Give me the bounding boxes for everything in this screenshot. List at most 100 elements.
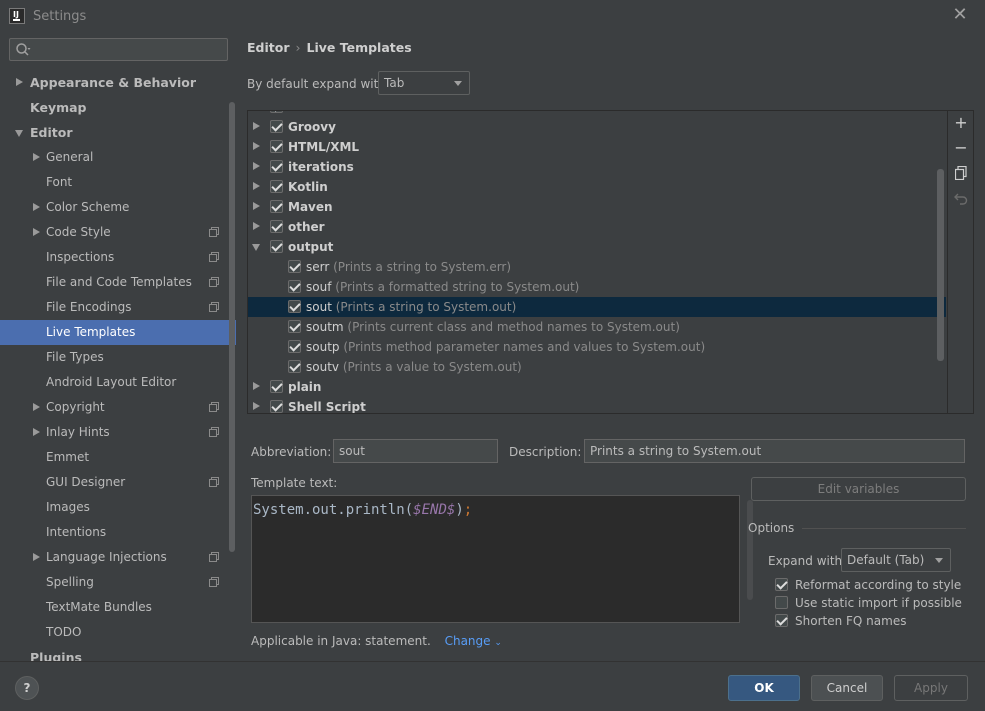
sidebar-item-todo[interactable]: TODO — [0, 620, 236, 645]
code-text: System.out.println( — [253, 502, 414, 518]
template-row[interactable]: serr (Prints a string to System.err) — [248, 257, 946, 277]
chevron-right-icon[interactable] — [15, 70, 25, 95]
sidebar-item-intentions[interactable]: Intentions — [0, 520, 236, 545]
sidebar-item-font[interactable]: Font — [0, 170, 236, 195]
chevron-right-icon[interactable] — [32, 545, 42, 570]
sidebar-item-textmate-bundles[interactable]: TextMate Bundles — [0, 595, 236, 620]
chevron-right-icon[interactable] — [252, 377, 262, 397]
template-group-row[interactable]: Kotlin — [248, 177, 946, 197]
description-field[interactable]: Prints a string to System.out — [584, 439, 965, 463]
template-group-checkbox[interactable] — [270, 380, 283, 393]
chevron-right-icon[interactable] — [252, 397, 262, 413]
sidebar-item-code-style[interactable]: Code Style — [0, 220, 236, 245]
sidebar-item-gui-designer[interactable]: GUI Designer — [0, 470, 236, 495]
template-group-row[interactable]: Maven — [248, 197, 946, 217]
template-row[interactable]: sout (Prints a string to System.out) — [248, 297, 946, 317]
template-text-editor[interactable]: System.out.println($END$); — [251, 495, 753, 623]
sidebar-item-live-templates[interactable]: Live Templates — [0, 320, 236, 345]
sidebar-item-spelling[interactable]: Spelling — [0, 570, 236, 595]
change-link[interactable]: Change ⌄ — [445, 634, 502, 648]
chevron-right-icon[interactable] — [252, 137, 262, 157]
undo-icon[interactable] — [948, 186, 973, 210]
sidebar-item-editor[interactable]: Editor — [0, 120, 236, 145]
editor-scrollbar[interactable] — [747, 500, 753, 600]
chevron-right-icon[interactable] — [252, 217, 262, 237]
expand-with-option-value: Default (Tab) — [847, 553, 925, 567]
template-group-checkbox[interactable] — [270, 200, 283, 213]
template-group-checkbox[interactable] — [270, 220, 283, 233]
template-checkbox[interactable] — [288, 340, 301, 353]
expand-with-dropdown[interactable]: Tab — [378, 71, 470, 95]
template-checkbox[interactable] — [288, 360, 301, 373]
template-group-checkbox[interactable] — [270, 120, 283, 133]
sidebar-item-plugins[interactable]: Plugins — [0, 645, 236, 661]
sidebar-item-color-scheme[interactable]: Color Scheme — [0, 195, 236, 220]
chevron-right-icon[interactable] — [32, 195, 42, 220]
sidebar-item-inlay-hints[interactable]: Inlay Hints — [0, 420, 236, 445]
template-row[interactable]: souf (Prints a formatted string to Syste… — [248, 277, 946, 297]
template-group-checkbox[interactable] — [270, 240, 283, 253]
template-row[interactable]: soutm (Prints current class and method n… — [248, 317, 946, 337]
sidebar-item-emmet[interactable]: Emmet — [0, 445, 236, 470]
expand-with-option-dropdown[interactable]: Default (Tab) — [841, 548, 951, 572]
chevron-right-icon[interactable] — [252, 197, 262, 217]
template-checkbox[interactable] — [288, 300, 301, 313]
sidebar-item-label: Live Templates — [46, 325, 136, 339]
sidebar-item-file-and-code-templates[interactable]: File and Code Templates — [0, 270, 236, 295]
edit-variables-button[interactable]: Edit variables — [751, 477, 966, 501]
sidebar-item-appearance-behavior[interactable]: Appearance & Behavior — [0, 70, 236, 95]
template-group-checkbox[interactable] — [270, 400, 283, 413]
template-group-row[interactable]: Shell Script — [248, 397, 946, 413]
chevron-right-icon[interactable] — [32, 420, 42, 445]
template-row[interactable]: soutp (Prints method parameter names and… — [248, 337, 946, 357]
cancel-button[interactable]: Cancel — [811, 675, 883, 701]
chevron-down-icon[interactable] — [15, 120, 25, 145]
template-group-row[interactable]: Groovy — [248, 117, 946, 137]
window-title: Settings — [33, 9, 87, 24]
sidebar-item-images[interactable]: Images — [0, 495, 236, 520]
template-checkbox[interactable] — [288, 260, 301, 273]
template-row[interactable]: soutv (Prints a value to System.out) — [248, 357, 946, 377]
sidebar-item-file-encodings[interactable]: File Encodings — [0, 295, 236, 320]
search-input[interactable] — [9, 38, 228, 61]
close-icon[interactable]: ✕ — [951, 5, 969, 25]
template-group-row[interactable]: plain — [248, 377, 946, 397]
apply-button[interactable]: Apply — [894, 675, 968, 701]
sidebar-item-inspections[interactable]: Inspections — [0, 245, 236, 270]
templates-scrollbar[interactable] — [937, 169, 944, 361]
chevron-right-icon[interactable] — [32, 220, 42, 245]
template-group-checkbox[interactable] — [270, 180, 283, 193]
sidebar-item-android-layout-editor[interactable]: Android Layout Editor — [0, 370, 236, 395]
abbreviation-field[interactable]: sout — [333, 439, 498, 463]
chevron-right-icon[interactable] — [252, 177, 262, 197]
option-checkbox[interactable] — [775, 596, 788, 609]
sidebar-item-keymap[interactable]: Keymap — [0, 95, 236, 120]
option-checkbox[interactable] — [775, 578, 788, 591]
template-checkbox[interactable] — [288, 280, 301, 293]
template-group-checkbox[interactable] — [270, 111, 283, 113]
template-group-row[interactable]: HTML/XML — [248, 137, 946, 157]
add-icon[interactable]: + — [948, 111, 973, 135]
template-group-checkbox[interactable] — [270, 140, 283, 153]
template-group-row[interactable]: iterations — [248, 157, 946, 177]
template-group-row[interactable]: other — [248, 217, 946, 237]
template-group-row[interactable]: output — [248, 237, 946, 257]
option-checkbox[interactable] — [775, 614, 788, 627]
sidebar-item-language-injections[interactable]: Language Injections — [0, 545, 236, 570]
chevron-right-icon[interactable] — [32, 395, 42, 420]
ok-button[interactable]: OK — [728, 675, 800, 701]
template-group-checkbox[interactable] — [270, 160, 283, 173]
help-icon[interactable]: ? — [15, 676, 39, 700]
template-checkbox[interactable] — [288, 320, 301, 333]
chevron-right-icon[interactable] — [32, 145, 42, 170]
sidebar-scrollbar[interactable] — [229, 102, 235, 552]
sidebar-item-copyright[interactable]: Copyright — [0, 395, 236, 420]
copy-icon[interactable] — [948, 161, 973, 185]
sidebar-item-file-types[interactable]: File Types — [0, 345, 236, 370]
chevron-down-icon[interactable] — [252, 237, 262, 257]
chevron-right-icon[interactable] — [252, 157, 262, 177]
chevron-right-icon[interactable] — [252, 117, 262, 137]
sidebar-item-general[interactable]: General — [0, 145, 236, 170]
remove-icon[interactable]: − — [948, 136, 973, 160]
breadcrumb-editor[interactable]: Editor — [247, 40, 290, 55]
